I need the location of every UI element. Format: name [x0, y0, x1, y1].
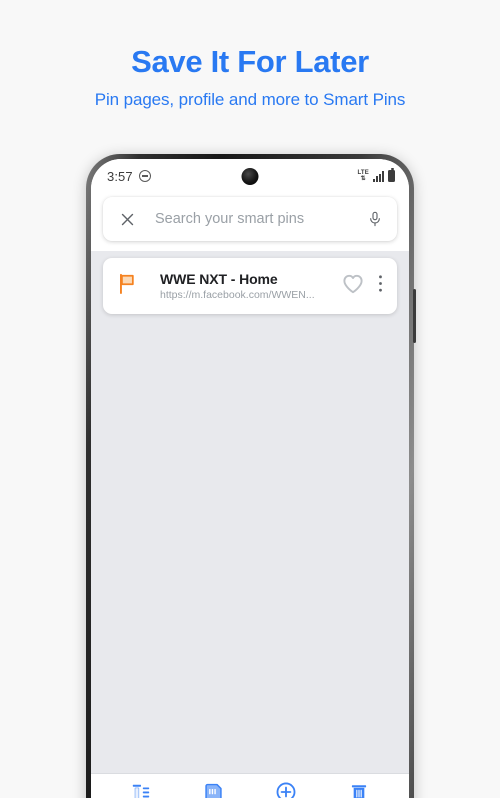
do-not-disturb-icon [138, 170, 151, 182]
promo-header: Save It For Later Pin pages, profile and… [0, 0, 500, 110]
status-bar-right: LTE ⇅ [358, 168, 395, 182]
status-bar-left: 3:57 [107, 169, 151, 184]
sort-list-icon[interactable] [118, 777, 164, 798]
list-item[interactable]: WWE NXT - Home https://m.facebook.com/WW… [103, 258, 397, 314]
app-screen: WWE NXT - Home https://m.facebook.com/WW… [91, 193, 409, 798]
list-item-text: WWE NXT - Home https://m.facebook.com/WW… [160, 271, 334, 301]
signal-bars-icon [373, 170, 384, 182]
promo-title: Save It For Later [131, 44, 369, 79]
search-bar[interactable] [103, 197, 397, 241]
lte-arrows: ⇅ [360, 176, 366, 182]
phone-screen: 3:57 LTE ⇅ Search your smart pins WWE NX… [91, 159, 409, 798]
search-input[interactable] [155, 211, 367, 227]
phone-device-frame: 3:57 LTE ⇅ Search your smart pins WWE NX… [86, 154, 416, 798]
close-icon[interactable] [119, 211, 136, 228]
status-bar: 3:57 LTE ⇅ [91, 159, 409, 193]
bookmark-note-icon[interactable] [191, 777, 237, 798]
trash-icon[interactable] [336, 777, 382, 798]
pin-list: WWE NXT - Home https://m.facebook.com/WW… [91, 251, 409, 773]
punch-hole-camera-icon [241, 168, 259, 185]
battery-full-icon [388, 168, 395, 182]
list-item-title: WWE NXT - Home [160, 271, 278, 287]
search-section [91, 193, 409, 251]
bottom-toolbar [91, 773, 409, 798]
list-item-url: https://m.facebook.com/WWEN... [160, 289, 315, 301]
power-button[interactable] [413, 289, 416, 343]
lte-network-icon: LTE ⇅ [358, 170, 370, 182]
promo-subtitle: Pin pages, profile and more to Smart Pin… [94, 89, 406, 109]
more-vertical-icon[interactable] [378, 274, 385, 298]
flag-icon [117, 273, 139, 299]
status-bar-clock: 3:57 [107, 168, 133, 184]
heart-outline-icon[interactable] [342, 274, 364, 299]
microphone-icon[interactable] [367, 210, 383, 228]
add-circle-icon[interactable] [263, 777, 309, 798]
